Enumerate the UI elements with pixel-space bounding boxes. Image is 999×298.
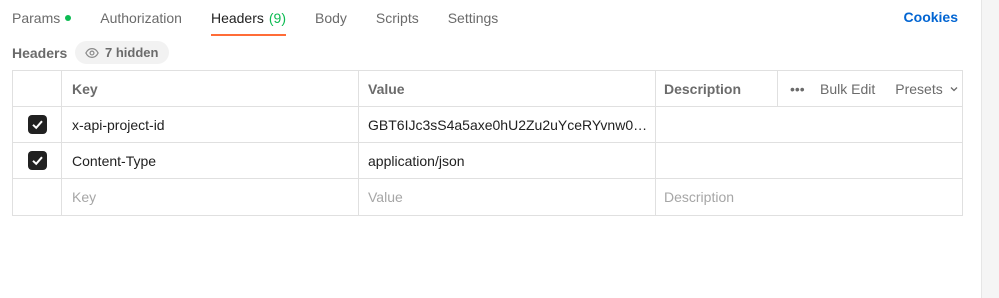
bulk-edit-button[interactable]: Bulk Edit bbox=[820, 81, 875, 97]
tab-authorization[interactable]: Authorization bbox=[100, 0, 182, 36]
scrollbar-track[interactable] bbox=[981, 0, 999, 298]
table-row: Content-Type application/json bbox=[13, 143, 962, 179]
hidden-count-label: 7 hidden bbox=[105, 45, 159, 60]
table-header-row: Key Value Description ••• Bulk Edit Pres… bbox=[13, 71, 962, 107]
value-text: application/json bbox=[368, 152, 465, 169]
hidden-headers-toggle[interactable]: 7 hidden bbox=[75, 41, 170, 64]
more-horizontal-icon[interactable]: ••• bbox=[790, 82, 806, 96]
headers-table: Key Value Description ••• Bulk Edit Pres… bbox=[12, 70, 963, 216]
row-enabled-checkbox[interactable] bbox=[27, 151, 47, 170]
tab-scripts-label: Scripts bbox=[375, 10, 419, 26]
checkmark-icon bbox=[31, 120, 43, 130]
checkmark-icon bbox=[31, 156, 43, 166]
column-header-description: Description bbox=[656, 71, 778, 106]
value-input[interactable]: Value bbox=[359, 179, 656, 215]
headers-count-badge: (9) bbox=[268, 10, 286, 26]
row-check-cell bbox=[13, 143, 62, 178]
column-header-key: Key bbox=[62, 71, 359, 106]
tab-scripts[interactable]: Scripts bbox=[376, 0, 419, 36]
section-title: Headers bbox=[12, 45, 68, 61]
key-cell[interactable]: x-api-project-id bbox=[62, 107, 359, 142]
tab-settings-label: Settings bbox=[447, 10, 499, 26]
new-row: Key Value Description bbox=[13, 179, 962, 215]
cookies-link[interactable]: Cookies bbox=[904, 9, 958, 25]
table-actions-cell: ••• Bulk Edit Presets bbox=[778, 71, 962, 106]
request-tabs: Params Authorization Headers (9) Body Sc… bbox=[12, 0, 527, 36]
row-enabled-checkbox[interactable] bbox=[27, 115, 47, 134]
tab-authorization-label: Authorization bbox=[100, 10, 182, 26]
presets-dropdown[interactable]: Presets bbox=[895, 81, 958, 97]
description-input[interactable]: Description bbox=[656, 179, 962, 215]
value-text: GBT6IJc3sS4a5axe0hU2Zu2uYceRYvnw06… bbox=[368, 116, 650, 133]
description-cell[interactable] bbox=[656, 107, 962, 142]
key-cell[interactable]: Content-Type bbox=[62, 143, 359, 178]
header-check-cell bbox=[13, 71, 62, 106]
key-input[interactable]: Key bbox=[62, 179, 359, 215]
tab-body-label: Body bbox=[315, 10, 347, 26]
tab-settings[interactable]: Settings bbox=[448, 0, 499, 36]
description-cell[interactable] bbox=[656, 143, 962, 178]
presets-label: Presets bbox=[895, 80, 943, 97]
value-cell[interactable]: application/json bbox=[359, 143, 656, 178]
chevron-down-icon bbox=[950, 86, 958, 91]
tab-body[interactable]: Body bbox=[315, 0, 347, 36]
tab-params[interactable]: Params bbox=[12, 0, 72, 36]
tab-headers[interactable]: Headers (9) bbox=[210, 0, 287, 36]
table-row: x-api-project-id GBT6IJc3sS4a5axe0hU2Zu2… bbox=[13, 107, 962, 143]
params-indicator-dot bbox=[65, 15, 72, 21]
row-check-cell bbox=[13, 107, 62, 142]
tab-headers-label: Headers bbox=[210, 10, 264, 26]
tab-params-label: Params bbox=[12, 10, 61, 26]
column-header-value: Value bbox=[359, 71, 656, 106]
eye-icon bbox=[85, 47, 99, 58]
value-cell[interactable]: GBT6IJc3sS4a5axe0hU2Zu2uYceRYvnw06… bbox=[359, 107, 656, 142]
row-check-cell bbox=[13, 179, 62, 215]
